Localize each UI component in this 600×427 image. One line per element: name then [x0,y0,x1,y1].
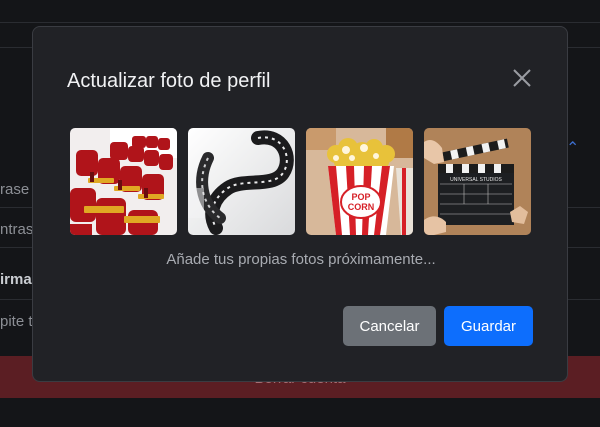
theater-seats-photo[interactable] [70,128,177,235]
bg-field-input: pite t [0,313,33,330]
close-button[interactable] [510,66,534,90]
bg-field-label: rase [0,181,30,198]
modal-title: Actualizar foto de perfil [67,70,271,92]
popcorn-photo[interactable]: POP CORN [306,128,413,235]
upload-hint: Añade tus propias fotos próximamente... [166,251,436,268]
photo-options: POP CORN UNIVERSAL STUDIOS [70,128,532,236]
profile-photo-modal: Actualizar foto de perfil POP CORN UNIVE… [32,26,568,382]
bg-field-input: ntras [0,221,34,238]
film-reel-photo[interactable] [188,128,295,235]
svg-text:CORN: CORN [348,202,375,212]
close-icon [513,69,531,87]
divider [0,22,600,23]
bg-field-label: irma [0,271,32,288]
svg-text:POP: POP [351,192,370,202]
cancel-button[interactable]: Cancelar [343,306,436,346]
svg-text:UNIVERSAL STUDIOS: UNIVERSAL STUDIOS [450,177,502,183]
clapperboard-photo[interactable]: UNIVERSAL STUDIOS [424,128,531,235]
save-button[interactable]: Guardar [444,306,533,346]
